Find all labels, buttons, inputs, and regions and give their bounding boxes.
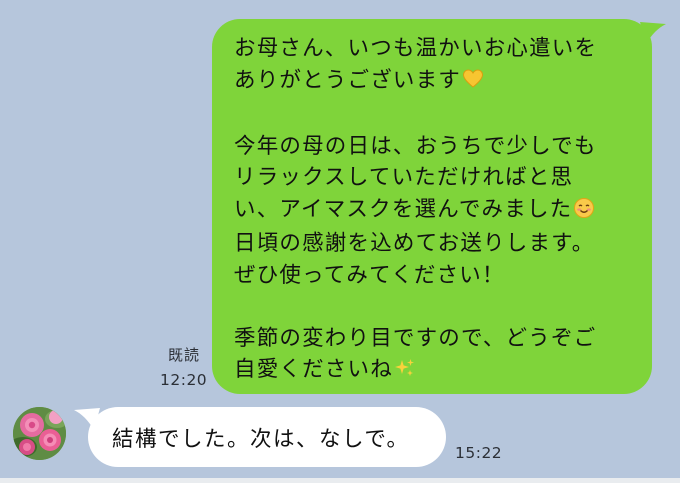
rose-photo-avatar-icon	[13, 407, 66, 460]
message-line: 今年の母の日は、おうちで少しでも	[234, 133, 597, 159]
chat-view: お母さん、いつも温かいお心遣いを ありがとうございます 今年の母の日は、おうちで…	[0, 0, 680, 483]
incoming-message-bubble[interactable]: 結構でした。次は、なしで。	[88, 407, 446, 467]
outgoing-message-text: お母さん、いつも温かいお心遣いを ありがとうございます 今年の母の日は、おうちで…	[234, 33, 634, 389]
avatar[interactable]	[13, 407, 66, 460]
message-line: 日頃の感謝を込めてお送りします。	[234, 231, 595, 256]
sparkles-icon	[394, 357, 416, 389]
message-line: お母さん、いつも温かいお心遣いを	[234, 36, 598, 61]
input-area-edge	[0, 478, 680, 483]
message-line: ありがとうございます	[234, 65, 634, 100]
message-line: い、アイマスクを選んでみました	[234, 194, 634, 229]
read-receipt: 既読	[168, 346, 201, 364]
incoming-message-time: 15:22	[455, 444, 503, 462]
incoming-message-text: 結構でした。次は、なしで。	[112, 427, 410, 452]
yellow-heart-icon	[462, 68, 484, 100]
message-line: 季節の変わり目ですので、どうぞご	[234, 325, 597, 351]
message-line: ぜひ使ってみてください！	[234, 262, 505, 288]
smiling-face-with-rosy-cheeks-icon	[573, 197, 595, 229]
outgoing-message-time: 12:20	[160, 371, 208, 389]
message-line: 自愛くださいね	[234, 354, 634, 389]
outgoing-message-bubble[interactable]: お母さん、いつも温かいお心遣いを ありがとうございます 今年の母の日は、おうちで…	[212, 19, 652, 394]
message-line: リラックスしていただければと思	[234, 165, 574, 190]
